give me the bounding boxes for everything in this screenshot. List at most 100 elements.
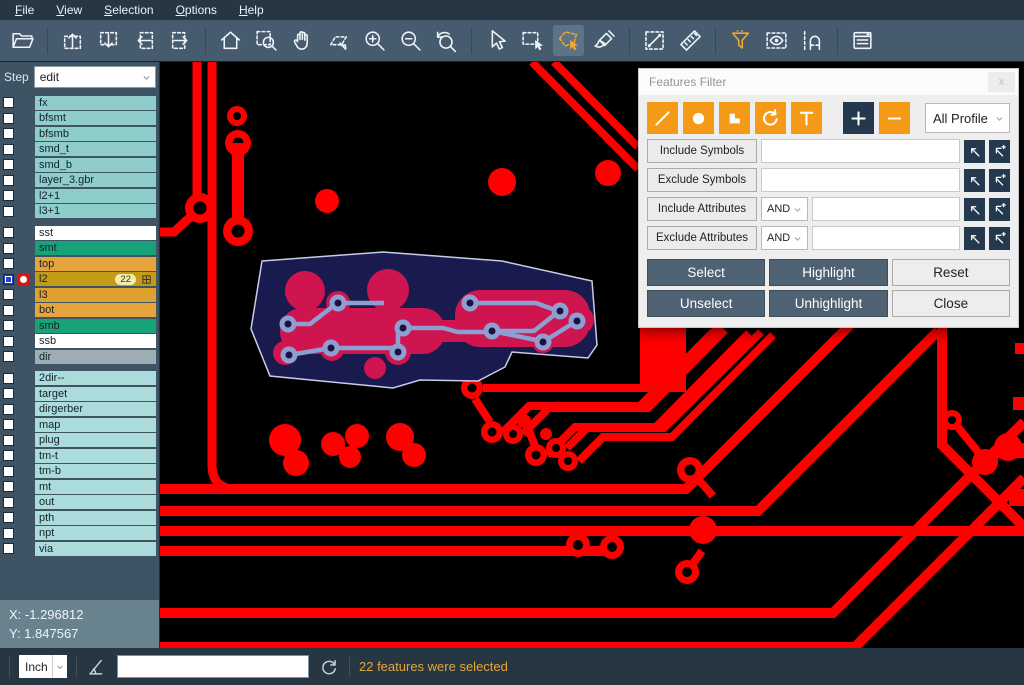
layer-chip[interactable]: out [35,495,156,509]
layer-chip[interactable]: sst [35,226,156,240]
zoom-previous-button[interactable] [431,25,462,56]
layer-chip[interactable]: ssb [35,334,156,348]
filter-value-input[interactable] [812,226,960,250]
active-layer-indicator[interactable] [17,465,30,478]
layer-row-out[interactable]: out [0,495,159,511]
layer-visibility-checkbox[interactable] [3,274,14,285]
pan-right-button[interactable] [165,25,196,56]
layer-visibility-checkbox[interactable] [3,227,14,238]
layer-visibility-checkbox[interactable] [3,159,14,170]
layer-visibility-checkbox[interactable] [3,97,14,108]
layer-chip[interactable]: dir [35,350,156,364]
select-polygon-button[interactable] [553,25,584,56]
select-arrow-button[interactable] [481,25,512,56]
layer-chip[interactable]: smt [35,241,156,255]
profile-select[interactable]: All Profile [925,103,1010,133]
layer-visibility-checkbox[interactable] [3,404,14,415]
layer-visibility-checkbox[interactable] [3,175,14,186]
layer-chip[interactable]: target [35,387,156,401]
filter-label-button[interactable]: Include Symbols [647,139,757,163]
menu-item-view[interactable]: View [45,0,93,20]
layer-row-fx[interactable]: fx [0,95,159,111]
layer-visibility-checkbox[interactable] [3,289,14,300]
layer-chip[interactable]: smd_b [35,158,156,172]
layer-row-npt[interactable]: npt [0,526,159,542]
filter-label-button[interactable]: Exclude Symbols [647,168,757,192]
filter-value-input[interactable] [761,139,960,163]
active-layer-indicator[interactable] [17,449,30,462]
layer-visibility-checkbox[interactable] [3,388,14,399]
layer-visibility-checkbox[interactable] [3,320,14,331]
zoom-home-button[interactable] [215,25,246,56]
layer-visibility-checkbox[interactable] [3,258,14,269]
drag-view-button[interactable] [323,25,354,56]
refresh-icon[interactable] [318,656,340,678]
pcb-canvas[interactable]: Features Filter x All Profile Include Sy… [160,62,1024,648]
layer-chip[interactable]: mt [35,480,156,494]
pick-from-canvas-button[interactable] [964,140,985,163]
pick-add-button[interactable] [989,140,1010,163]
layer-row-ssb[interactable]: ssb [0,334,159,350]
filter-value-input[interactable] [812,197,960,221]
active-layer-indicator[interactable] [17,174,30,187]
active-layer-indicator[interactable] [17,335,30,348]
layer-row-bfsmt[interactable]: bfsmt [0,111,159,127]
dialog-close-button[interactable]: x [988,72,1015,92]
layer-chip[interactable]: 2dir-- [35,371,156,385]
and-or-select[interactable]: AND [761,197,808,221]
pan-up-button[interactable] [57,25,88,56]
active-layer-indicator[interactable] [17,511,30,524]
filter-label-button[interactable]: Include Attributes [647,197,757,221]
layer-row-via[interactable]: via [0,541,159,557]
pan-hand-button[interactable] [287,25,318,56]
layer-visibility-checkbox[interactable] [3,435,14,446]
layer-chip[interactable]: smb [35,319,156,333]
layer-visibility-checkbox[interactable] [3,528,14,539]
draw-text-button[interactable] [791,102,822,134]
layer-chip[interactable]: dirgerber [35,402,156,416]
active-layer-indicator[interactable] [17,496,30,509]
active-layer-indicator[interactable] [17,127,30,140]
layer-row-sst[interactable]: sst [0,225,159,241]
layer-row-l3[interactable]: l3 [0,287,159,303]
layer-row-dirgerber[interactable]: dirgerber [0,402,159,418]
layer-chip[interactable]: map [35,418,156,432]
pick-from-canvas-button[interactable] [964,169,985,192]
layer-row-mt[interactable]: mt [0,479,159,495]
active-layer-indicator[interactable] [17,304,30,317]
layer-row-l2[interactable]: l222 [0,272,159,288]
layer-chip[interactable]: top [35,257,156,271]
active-layer-indicator[interactable] [17,542,30,555]
layer-visibility-checkbox[interactable] [3,206,14,217]
layer-visibility-checkbox[interactable] [3,113,14,124]
highlight-button[interactable]: Highlight [769,259,887,286]
pick-add-button[interactable] [989,169,1010,192]
layer-row-dir[interactable]: dir [0,349,159,365]
layer-row-pth[interactable]: pth [0,510,159,526]
layer-chip[interactable]: npt [35,526,156,540]
layer-row-l2+1[interactable]: l2+1 [0,188,159,204]
layer-chip[interactable]: bot [35,303,156,317]
layer-chip[interactable]: tm-t [35,449,156,463]
filter-label-button[interactable]: Exclude Attributes [647,226,757,250]
active-layer-indicator[interactable] [17,273,30,286]
active-layer-indicator[interactable] [17,527,30,540]
active-layer-indicator[interactable] [17,226,30,239]
layer-chip[interactable]: fx [35,96,156,110]
layer-row-smd_t[interactable]: smd_t [0,142,159,158]
active-layer-indicator[interactable] [17,434,30,447]
active-layer-indicator[interactable] [17,350,30,363]
active-layer-indicator[interactable] [17,372,30,385]
layer-chip[interactable]: l3+1 [35,204,156,218]
select-button[interactable]: Select [647,259,765,286]
layer-chip[interactable]: via [35,542,156,556]
zoom-window-button[interactable] [251,25,282,56]
pan-left-button[interactable] [129,25,160,56]
draw-line-button[interactable] [647,102,678,134]
dialog-titlebar[interactable]: Features Filter x [639,69,1018,95]
features-filter-button[interactable] [725,25,756,56]
pan-down-button[interactable] [93,25,124,56]
unselect-button[interactable]: Unselect [647,290,765,317]
active-layer-indicator[interactable] [17,403,30,416]
layer-row-smb[interactable]: smb [0,318,159,334]
